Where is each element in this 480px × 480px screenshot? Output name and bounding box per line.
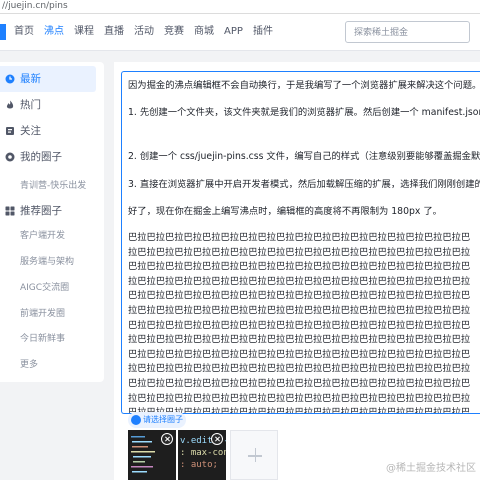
flame-icon (6, 100, 14, 109)
url-text: //juejin.cn/pins (2, 1, 68, 11)
recommended-circle-item[interactable]: AIGC交流圈 (20, 282, 69, 294)
image-thumbnail[interactable] (128, 430, 176, 480)
clock-icon (5, 74, 15, 84)
search-input[interactable]: 探索稀土掘金 (345, 21, 470, 43)
image-thumbnail[interactable]: v.editor-co : max-cont : auto; (178, 430, 226, 480)
recommended-circle-item[interactable]: 前端开发圈 (20, 308, 65, 320)
pin-editor-textarea[interactable]: 因为掘金的沸点编辑框不会自动换行，于是我编写了一个浏览器扩展来解决这个问题。步骤… (121, 71, 480, 414)
select-circle-label: 请选择圈子 (143, 415, 183, 424)
editor-paragraph: 因为掘金的沸点编辑框不会自动换行，于是我编写了一个浏览器扩展来解决这个问题。步骤… (128, 80, 480, 91)
nav-item-mall[interactable]: 商城 (194, 26, 214, 38)
code-line: : max-cont (180, 448, 226, 458)
nav-item-home[interactable]: 首页 (14, 26, 34, 38)
sidebar-item-latest[interactable]: 最新 (0, 66, 96, 92)
nav-item-events[interactable]: 活动 (134, 26, 154, 38)
browser-url-bar[interactable]: //juejin.cn/pins (0, 0, 480, 14)
recommended-circle-item[interactable]: 服务端与架构 (20, 256, 74, 268)
sidebar-item-hot[interactable]: 热门 (0, 92, 96, 118)
circle-icon (131, 415, 141, 425)
sidebar-item-label: 热门 (20, 99, 41, 111)
sidebar-item-label: 关注 (20, 125, 41, 137)
filler-text: 巴拉巴拉巴拉巴拉巴拉巴拉巴拉巴拉巴拉巴拉巴拉巴拉巴拉巴拉巴拉巴拉巴拉巴拉巴拉巴拉… (128, 232, 471, 414)
my-circle-item[interactable]: 青训营-快乐出发 (20, 180, 86, 192)
more-circles-link[interactable]: 更多 (20, 359, 38, 371)
sidebar-item-follow[interactable]: 关注 (0, 118, 96, 144)
sidebar-item-label: 我的圈子 (20, 151, 62, 163)
remove-image-icon[interactable] (161, 433, 173, 445)
nav-item-contests[interactable]: 竞赛 (164, 26, 184, 38)
follow-icon (6, 127, 14, 135)
code-line: : auto; (180, 460, 218, 470)
editor-paragraph: 好了，现在你在掘金上编写沸点时，编辑框的高度将不再限制为 180px 了。 (128, 206, 442, 217)
watermark: @稀土掘金技术社区 (386, 463, 476, 474)
editor-paragraph: 1. 先创建一个文件夹，该文件夹就是我们的浏览器扩展。然后创建一个 manife… (128, 107, 480, 118)
nav-item-app[interactable]: APP (224, 26, 243, 38)
editor-filler-text: 巴拉巴拉巴拉巴拉巴拉巴拉巴拉巴拉巴拉巴拉巴拉巴拉巴拉巴拉巴拉巴拉巴拉巴拉巴拉巴拉… (128, 231, 476, 414)
logo-edge-icon (0, 24, 6, 40)
editor-paragraph: 3. 直接在浏览器扩展中开启开发者模式，然后加载解压缩的扩展，选择我们刚刚创建的… (128, 179, 480, 190)
recommended-circle-item[interactable]: 今日新鲜事 (20, 333, 65, 345)
nav-item-plugin[interactable]: 插件 (253, 26, 273, 38)
editor-paragraph: 2. 创建一个 css/juejin-pins.css 文件，编写自己的样式（注… (128, 151, 480, 162)
remove-image-icon[interactable] (211, 433, 223, 445)
select-circle-button[interactable]: 请选择圈子 (128, 412, 186, 428)
sidebar-item-label: 最新 (20, 73, 41, 85)
sidebar-item-recommended[interactable]: 推荐圈子 (0, 198, 96, 224)
add-image-button[interactable] (230, 430, 278, 480)
sidebar: 最新 热门 关注 我的圈子 青训营-快乐出发 推荐圈子 客户端开发 服务端与架构 (0, 62, 104, 382)
recommended-circle-item[interactable]: 客户端开发 (20, 230, 65, 242)
sidebar-item-label: 推荐圈子 (20, 205, 62, 217)
nav-item-pins[interactable]: 沸点 (44, 26, 64, 38)
grid-icon (5, 206, 15, 216)
nav-item-live[interactable]: 直播 (104, 26, 124, 38)
circle-icon (5, 152, 15, 162)
sidebar-item-my-circles[interactable]: 我的圈子 (0, 144, 96, 170)
nav-item-courses[interactable]: 课程 (74, 26, 94, 38)
